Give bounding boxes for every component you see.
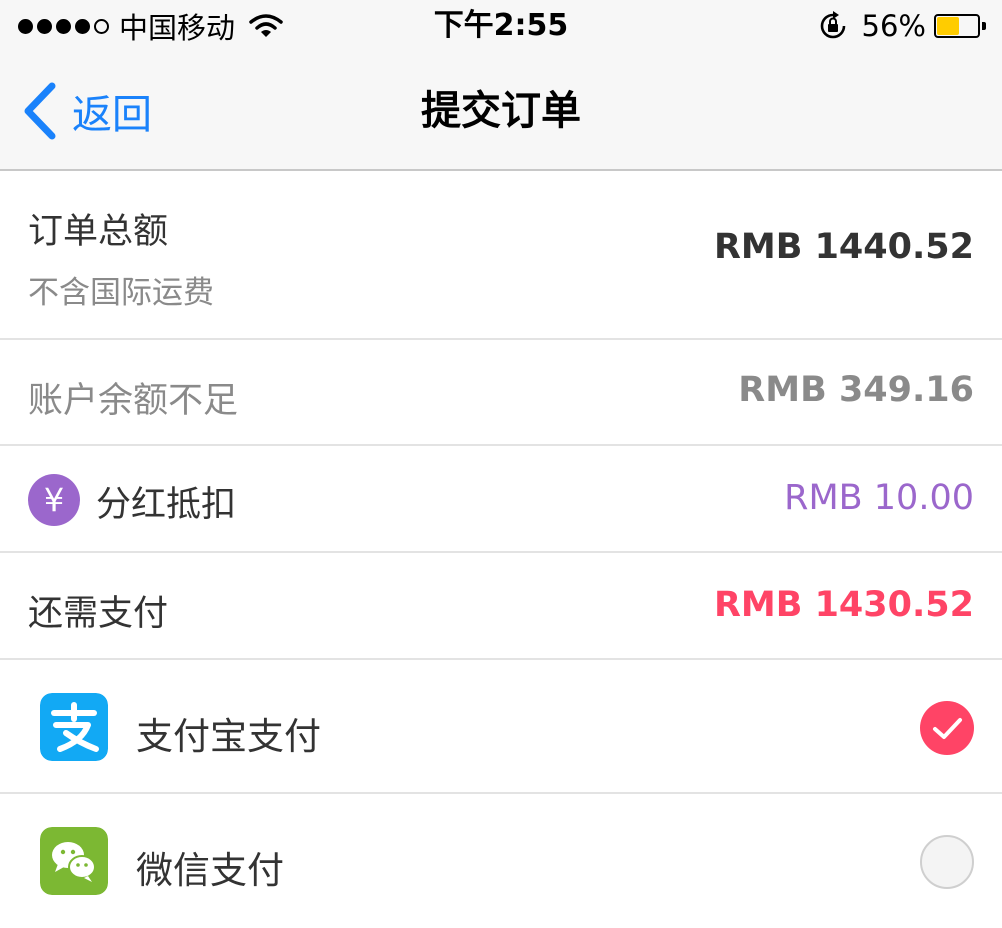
balance-label: 账户余额不足 [28, 381, 239, 421]
amount-due-amount: RMB 1430.52 [713, 585, 974, 625]
dividend-label: 分红抵扣 [96, 485, 237, 525]
balance-amount: RMB 349.16 [738, 370, 974, 410]
alipay-radio-checked-icon[interactable] [920, 701, 974, 755]
wechat-icon [40, 827, 108, 895]
amount-due-row: 还需支付 RMB 1430.52 [0, 553, 1002, 660]
balance-row: 账户余额不足 RMB 349.16 [0, 340, 1002, 446]
order-total-sublabel: 不含国际运费 [28, 275, 214, 311]
dividend-amount: RMB 10.00 [784, 478, 974, 518]
payment-option-alipay[interactable]: 支付宝支付 [0, 660, 1002, 794]
alipay-icon [40, 693, 108, 761]
payment-option-wechat[interactable]: 微信支付 [0, 794, 1002, 928]
amount-due-label: 还需支付 [28, 594, 169, 634]
yen-icon: ¥ [28, 474, 80, 526]
order-total-row: 订单总额 不含国际运费 RMB 1440.52 [0, 171, 1002, 340]
wechat-label: 微信支付 [136, 849, 284, 892]
status-bar: 中国移动 下午2:55 56% [0, 0, 1002, 52]
battery-icon [934, 14, 986, 38]
page-title: 提交订单 [421, 88, 581, 134]
order-total-amount: RMB 1440.52 [713, 227, 974, 267]
alipay-label: 支付宝支付 [136, 715, 321, 758]
rotation-lock-icon [820, 11, 845, 39]
navigation-bar: 返回 提交订单 [0, 52, 1002, 171]
dividend-row: ¥ 分红抵扣 RMB 10.00 [0, 446, 1002, 553]
battery-percent: 56% [861, 9, 926, 43]
order-total-label: 订单总额 [28, 212, 169, 252]
status-right: 56% [818, 8, 986, 44]
wechat-radio-unchecked-icon[interactable] [920, 835, 974, 889]
